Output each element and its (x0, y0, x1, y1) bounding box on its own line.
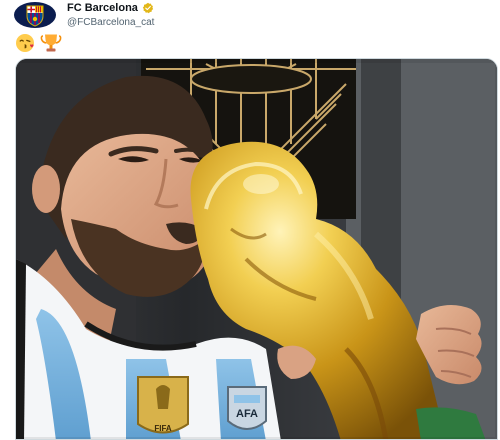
tweet-header: FC Barcelona @FCBarcelona_cat (14, 2, 154, 28)
tweet-media-photo[interactable]: FIFA AFA (15, 58, 498, 440)
tweet-text (14, 32, 62, 54)
account-names: FC Barcelona @FCBarcelona_cat (67, 2, 154, 29)
afa-crest: AFA (227, 386, 267, 430)
avatar[interactable] (14, 2, 56, 28)
photo-artwork: FIFA AFA (16, 59, 497, 439)
afa-badge-text: AFA (236, 408, 258, 420)
verified-badge-icon (142, 2, 154, 14)
face-blowing-kiss-emoji (14, 33, 36, 53)
account-handle[interactable]: @FCBarcelona_cat (67, 16, 154, 29)
display-name[interactable]: FC Barcelona (67, 2, 138, 15)
trophy-emoji (40, 33, 62, 53)
fifa-champions-badge: FIFA (137, 376, 189, 434)
fc-barcelona-crest-icon (26, 5, 44, 27)
fifa-badge-text: FIFA (154, 424, 172, 433)
name-row: FC Barcelona (67, 2, 154, 15)
